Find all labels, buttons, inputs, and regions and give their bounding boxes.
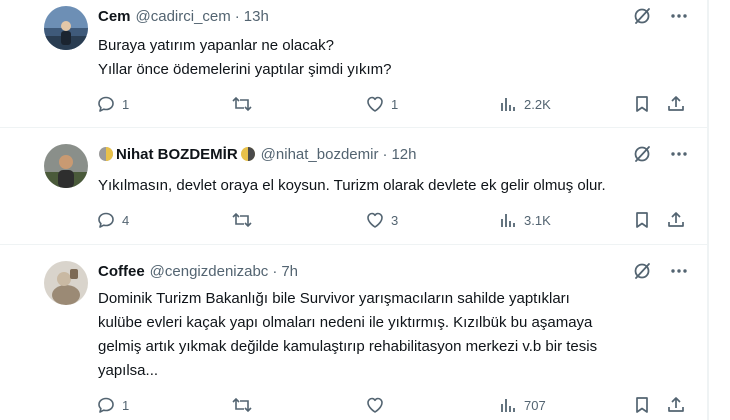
reply-button[interactable]: 1 [96, 92, 129, 116]
tweet-actions: 1 1 2.2K [88, 92, 694, 116]
separator-dot: · [382, 145, 388, 163]
like-count: 1 [391, 96, 399, 112]
user-handle[interactable]: @cadirci_cem [136, 8, 231, 25]
bookmark-icon [632, 94, 652, 114]
retweet-button[interactable] [231, 92, 259, 116]
bookmark-button[interactable] [632, 393, 652, 417]
retweet-button[interactable] [231, 393, 259, 417]
share-icon [666, 210, 686, 230]
reply-count: 1 [122, 397, 130, 413]
heart-icon [365, 395, 385, 415]
reply-icon [96, 395, 116, 415]
views-button[interactable]: 2.2K [498, 92, 551, 116]
reply-count: 1 [122, 96, 130, 112]
share-button[interactable] [666, 393, 686, 417]
reply-icon [96, 210, 116, 230]
heart-icon [365, 210, 385, 230]
avatar[interactable] [44, 6, 88, 50]
share-icon [666, 94, 686, 114]
more-icon[interactable] [670, 262, 688, 280]
views-icon [498, 395, 518, 415]
bookmark-icon [632, 210, 652, 230]
reply-button[interactable]: 4 [96, 208, 129, 232]
display-name[interactable]: Cem [98, 8, 131, 25]
views-button[interactable]: 3.1K [498, 208, 551, 232]
share-button[interactable] [666, 92, 686, 116]
heart-icon [365, 94, 385, 114]
tweet-text-line: Yıllar önce ödemelerini yaptılar şimdi y… [98, 61, 392, 78]
like-count: 3 [391, 212, 399, 228]
display-name[interactable]: Nihat BOZDEMİR [116, 146, 238, 163]
like-button[interactable]: 3 [365, 208, 398, 232]
share-icon [666, 395, 686, 415]
reply-button[interactable]: 1 [96, 393, 129, 417]
header-actions [632, 144, 688, 164]
tweet-header: Nihat BOZDEMİR @nihat_bozdemir · 12h [98, 144, 417, 164]
tweet-text-line: Buraya yatırım yapanlar ne olacak? [98, 37, 334, 54]
tweet-cem[interactable]: Cem @cadirci_cem · 13h Buraya yatırım ya… [0, 0, 708, 128]
reply-icon [96, 94, 116, 114]
separator-dot: · [272, 262, 278, 280]
tweet-coffee[interactable]: Coffee @cengizdenizabc · 7h Dominik Turi… [0, 245, 708, 420]
timestamp[interactable]: 13h [244, 8, 269, 25]
reply-feed: Cem @cadirci_cem · 13h Buraya yatırım ya… [0, 0, 708, 420]
tweet-header: Cem @cadirci_cem · 13h [98, 6, 269, 26]
tweet-text-line: Dominik Turizm Bakanlığı bile Survivor y… [98, 290, 570, 307]
retweet-icon [231, 210, 253, 230]
avatar[interactable] [44, 144, 88, 188]
user-handle[interactable]: @nihat_bozdemir [261, 146, 379, 163]
grok-icon[interactable] [632, 6, 652, 26]
retweet-icon [231, 94, 253, 114]
grok-icon[interactable] [632, 261, 652, 281]
retweet-icon [231, 395, 253, 415]
tweet-text-line: yapılsa... [98, 362, 159, 379]
user-handle[interactable]: @cengizdenizabc [150, 263, 269, 280]
views-count: 3.1K [524, 212, 551, 228]
header-actions [632, 6, 688, 26]
tweet-text-line: gelmiş artık yıkmak değilde kamulaştırıp… [98, 338, 598, 355]
display-name[interactable]: Coffee [98, 263, 145, 280]
bookmark-button[interactable] [632, 92, 652, 116]
timestamp[interactable]: 7h [281, 263, 298, 280]
right-column-edge [708, 0, 730, 420]
avatar[interactable] [44, 261, 88, 305]
tweet-text: Buraya yatırım yapanlar ne olacak? Yılla… [98, 34, 688, 82]
reply-count: 4 [122, 212, 130, 228]
timestamp[interactable]: 12h [391, 146, 416, 163]
like-button[interactable]: 1 [365, 92, 398, 116]
more-icon[interactable] [670, 7, 688, 25]
tweet-text: Dominik Turizm Bakanlığı bile Survivor y… [98, 287, 688, 383]
views-count: 2.2K [524, 96, 551, 112]
bookmark-button[interactable] [632, 208, 652, 232]
grok-icon[interactable] [632, 144, 652, 164]
moon-icon [240, 146, 256, 162]
tweet-header: Coffee @cengizdenizabc · 7h [98, 261, 298, 281]
views-icon [498, 210, 518, 230]
like-button[interactable] [365, 393, 391, 417]
views-button[interactable]: 707 [498, 393, 546, 417]
views-count: 707 [524, 397, 546, 413]
separator-dot: · [234, 7, 240, 25]
moon-icon [98, 146, 114, 162]
tweet-text-line: kulübe evleri kaçak yapı olmaları nedeni… [98, 314, 593, 331]
tweet-nihat[interactable]: Nihat BOZDEMİR @nihat_bozdemir · 12h Yık… [0, 128, 708, 245]
more-icon[interactable] [670, 145, 688, 163]
tweet-text: Yıkılmasın, devlet oraya el koysun. Turi… [98, 174, 688, 198]
header-actions [632, 261, 688, 281]
retweet-button[interactable] [231, 208, 259, 232]
views-icon [498, 94, 518, 114]
tweet-text-line: Yıkılmasın, devlet oraya el koysun. Turi… [98, 177, 606, 194]
bookmark-icon [632, 395, 652, 415]
tweet-actions: 1 707 [88, 393, 694, 417]
share-button[interactable] [666, 208, 686, 232]
tweet-actions: 4 3 3.1K [88, 208, 694, 232]
